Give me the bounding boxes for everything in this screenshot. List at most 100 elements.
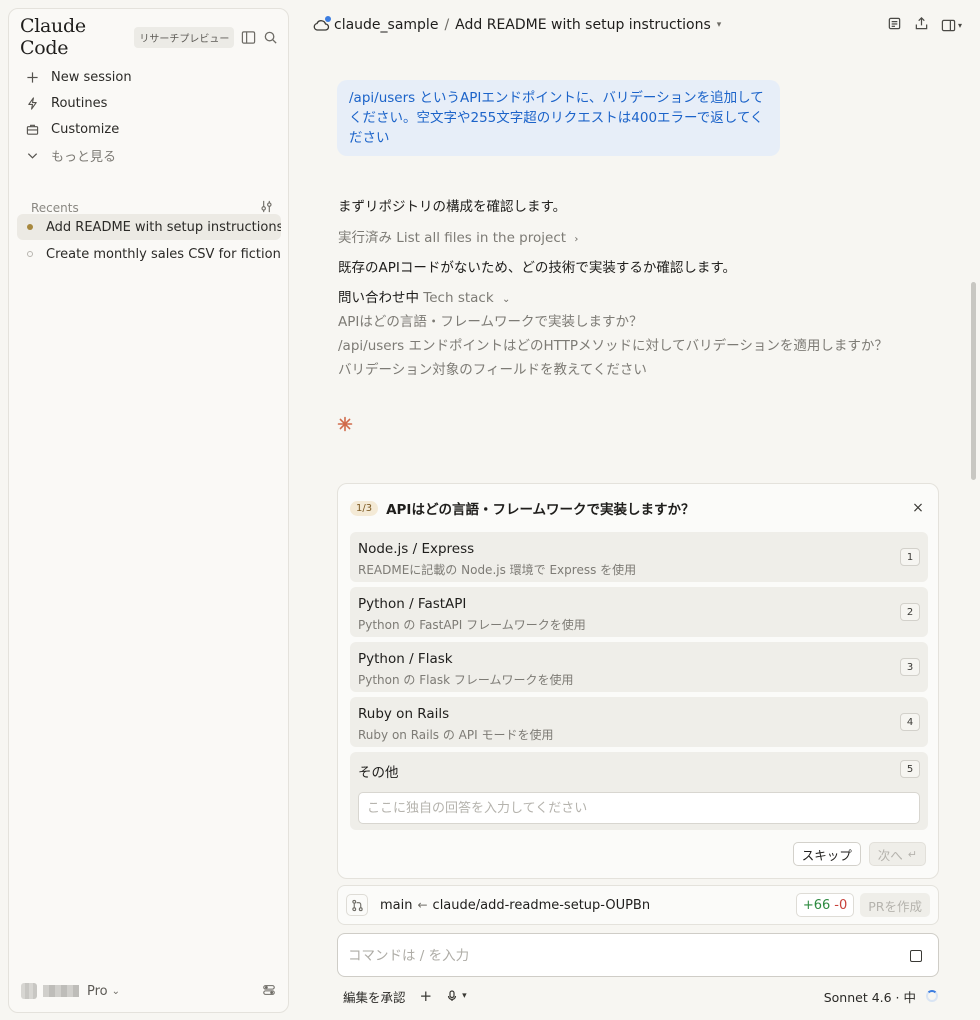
briefcase-icon: [23, 123, 41, 136]
option-title: Python / FastAPI: [358, 596, 467, 612]
diff-additions: +66: [802, 897, 831, 913]
question-actions: スキップ 次へ ↵: [792, 842, 926, 866]
asking-prefix: 問い合わせ中: [338, 290, 419, 306]
option-title: Python / Flask: [358, 651, 453, 667]
chevron-down-icon: ⌄: [111, 985, 121, 997]
accept-edits-toggle[interactable]: 編集を承認: [343, 987, 406, 1006]
tool-call-label: List all files in the project: [396, 230, 567, 246]
return-key-icon: ↵: [907, 847, 917, 861]
composer-toolbar: 編集を承認 + ▾ Sonnet 4.6 · 中: [343, 986, 938, 1006]
recents-label: Recents: [31, 201, 79, 215]
base-branch: main: [380, 897, 413, 913]
assistant-message: 既存のAPIコードがないため、どの技術で実装するか確認します。: [338, 260, 737, 276]
avatar[interactable]: [21, 983, 37, 999]
notes-icon[interactable]: [887, 16, 902, 35]
plus-icon[interactable]: +: [420, 987, 433, 1005]
session-status-dot: [27, 251, 33, 257]
option-shortcut-key: 5: [900, 760, 920, 778]
option-shortcut-key: 1: [900, 548, 920, 566]
nav-routines-label: Routines: [51, 95, 108, 111]
recent-session-title: Create monthly sales CSV for fictional: [46, 246, 281, 262]
merge-arrow-icon: ←: [417, 897, 428, 912]
question-title: APIはどの言語・フレームワークで実装しますか？: [386, 502, 695, 518]
settings-toggle-icon[interactable]: [262, 982, 276, 1001]
custom-answer-input[interactable]: [358, 792, 920, 824]
share-icon[interactable]: [914, 16, 929, 35]
breadcrumb-separator: /: [444, 17, 450, 33]
pending-question: /api/users エンドポイントはどのHTTPメソッドに対してバリデーション…: [338, 338, 888, 354]
research-preview-badge: リサーチプレビュー: [134, 26, 235, 48]
app-brand: Claude Code: [20, 15, 86, 59]
option-title: Node.js / Express: [358, 541, 475, 557]
branch-info: main ← claude/add-readme-setup-OUPBn: [380, 898, 650, 913]
sidebar-nav: New session Routines Customize もっと見る: [19, 64, 279, 168]
search-icon[interactable]: [262, 28, 278, 46]
close-icon[interactable]: ×: [910, 500, 926, 516]
tool-status-prefix: 実行済み: [338, 230, 392, 246]
recent-session-item[interactable]: Add README with setup instructions: [17, 214, 281, 240]
diff-stats[interactable]: +66 -0: [795, 893, 855, 917]
chevron-down-icon: ⌄: [501, 294, 511, 305]
chevron-down-icon[interactable]: ▾: [717, 20, 722, 30]
sync-status-dot: [325, 16, 331, 22]
option-description: Python の Flask フレームワークを使用: [358, 673, 574, 687]
question-card: 1/3 APIはどの言語・フレームワークで実装しますか？ × Node.js /…: [337, 483, 939, 879]
option-shortcut-key: 2: [900, 603, 920, 621]
pending-question: APIはどの言語・フレームワークで実装しますか？: [338, 314, 643, 330]
diff-deletions: -0: [834, 897, 848, 913]
bolt-icon: [23, 96, 41, 110]
assistant-message: まずリポジトリの構成を確認します。: [338, 199, 567, 215]
answer-option[interactable]: Ruby on Rails Ruby on Rails の API モードを使用…: [350, 697, 928, 747]
option-description: Python の FastAPI フレームワークを使用: [358, 618, 586, 632]
top-actions: ▾: [887, 16, 962, 35]
skip-button[interactable]: スキップ: [792, 842, 861, 866]
answer-option-other[interactable]: その他 5: [350, 752, 928, 830]
sidebar: Claude Code リサーチプレビュー New session Routin…: [8, 8, 289, 1013]
create-pr-button[interactable]: PRを作成: [860, 893, 930, 917]
plus-icon: [23, 71, 41, 84]
next-button-label: 次へ: [877, 847, 903, 863]
answer-option[interactable]: Python / Flask Python の Flask フレームワークを使用…: [350, 642, 928, 692]
branch-bar: main ← claude/add-readme-setup-OUPBn +66 -…: [337, 885, 939, 925]
nav-more-label: もっと見る: [51, 149, 117, 165]
nav-customize[interactable]: Customize: [19, 116, 279, 142]
option-title: その他: [358, 765, 399, 781]
asking-label: Tech stack: [423, 290, 494, 306]
session-title[interactable]: Add README with setup instructions: [455, 17, 711, 33]
next-button[interactable]: 次へ ↵: [868, 842, 926, 866]
stop-icon[interactable]: [910, 950, 922, 962]
panel-toggle-icon[interactable]: ▾: [941, 18, 962, 33]
head-branch: claude/add-readme-setup-OUPBn: [432, 897, 651, 913]
nav-new-session-label: New session: [51, 69, 132, 85]
model-selector[interactable]: Sonnet 4.6 · 中: [824, 987, 916, 1006]
plan-label[interactable]: Pro: [87, 984, 108, 999]
cloud-icon: [312, 16, 331, 33]
nav-new-session[interactable]: New session: [19, 64, 279, 90]
chevron-right-icon: ›: [574, 234, 579, 245]
tool-call-done[interactable]: 実行済み List all files in the project ›: [338, 226, 578, 246]
command-input[interactable]: [348, 944, 888, 968]
option-description: READMEに記載の Node.js 環境で Express を使用: [358, 563, 637, 577]
repo-name[interactable]: claude_sample: [334, 17, 438, 33]
chevron-down-icon: ▾: [462, 991, 467, 1001]
option-shortcut-key: 4: [900, 713, 920, 731]
nav-routines[interactable]: Routines: [19, 90, 279, 116]
sidebar-footer: Pro ⌄: [21, 980, 276, 1002]
user-name-redacted: [43, 985, 79, 997]
recent-session-item[interactable]: Create monthly sales CSV for fictional: [17, 241, 281, 267]
thinking-spark-icon: [337, 416, 353, 432]
sidebar-header: Claude Code リサーチプレビュー: [20, 15, 278, 59]
chat-scrollbar[interactable]: [971, 282, 976, 480]
session-status-dot: [27, 224, 33, 230]
microphone-icon[interactable]: ▾: [446, 990, 467, 1002]
answer-option[interactable]: Node.js / Express READMEに記載の Node.js 環境で…: [350, 532, 928, 582]
nav-more[interactable]: もっと見る: [19, 142, 279, 168]
option-shortcut-key: 3: [900, 658, 920, 676]
sidebar-toggle-icon[interactable]: [240, 28, 256, 46]
asking-status[interactable]: 問い合わせ中 Tech stack ⌄: [338, 286, 510, 306]
question-step-badge: 1/3: [350, 500, 379, 516]
option-title: Ruby on Rails: [358, 706, 450, 722]
command-composer: [337, 933, 939, 977]
answer-option[interactable]: Python / FastAPI Python の FastAPI フレームワー…: [350, 587, 928, 637]
nav-customize-label: Customize: [51, 121, 120, 137]
